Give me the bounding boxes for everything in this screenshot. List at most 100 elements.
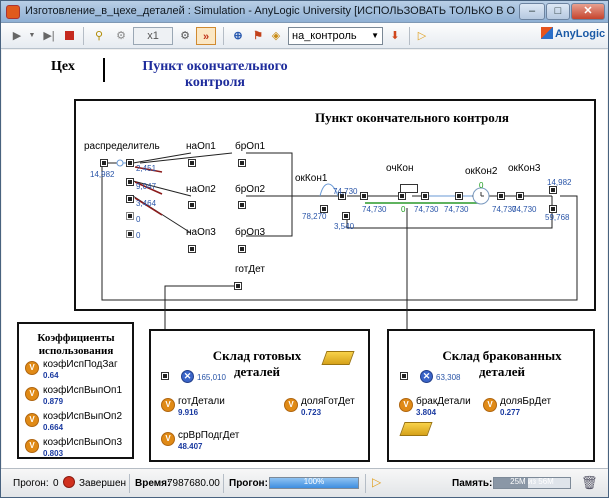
run-progress-text: 100% [303, 477, 325, 486]
brOp1-block[interactable] [238, 159, 246, 167]
title-bar[interactable]: Изготовление_в_цехе_деталей : Simulation… [1, 1, 608, 23]
runs-value: 0 [53, 478, 59, 489]
finished-sink-in[interactable] [161, 372, 169, 380]
output-5-count: 0 [136, 231, 141, 240]
real-time-mode-icon[interactable]: » [196, 27, 216, 45]
view-area-select[interactable]: на_контроль ▼ [288, 27, 383, 45]
brOp2-block[interactable] [238, 201, 246, 209]
select-output-4[interactable] [126, 212, 134, 220]
memory-label: Память: [452, 478, 493, 489]
naOp2-label: наОп2 [186, 184, 216, 195]
toolbar-separator [223, 27, 224, 45]
ochKon-in[interactable] [360, 192, 368, 200]
okKon2-label: окКон2 [465, 166, 498, 177]
util-item-4-name: коэфИспВыпОп3 [43, 437, 123, 448]
util-item-3-name: коэфИспВыпОп2 [43, 411, 123, 422]
maximize-button[interactable]: □ [546, 3, 570, 20]
chevron-down-icon: ▼ [371, 31, 379, 40]
utilization-title: Коэффициенты использования [37, 332, 115, 357]
defect-sink-icon[interactable]: ✕ [420, 370, 433, 383]
variable-icon: V [25, 361, 39, 375]
variable-icon: V [161, 432, 175, 446]
naOp3-block[interactable] [188, 245, 196, 253]
distributor-port[interactable] [100, 159, 108, 167]
model-canvas[interactable]: Цех Пункт окончательного контроля Пункт … [2, 50, 607, 468]
okKon3-reject[interactable] [549, 205, 557, 213]
finished-var-3-name: срВрПодгДет [178, 430, 240, 441]
finished-sink-count: 165,010 [197, 373, 226, 382]
okKon1-reject[interactable] [342, 212, 350, 220]
distributor-count: 14,982 [90, 170, 115, 179]
naOp2-block[interactable] [188, 201, 196, 209]
run-dropdown-icon[interactable]: ▼ [27, 27, 37, 45]
output-1-count: 2,451 [136, 164, 157, 173]
util-item-4-value: 0.803 [43, 449, 64, 458]
okKon1-label: окКон1 [295, 173, 328, 184]
select-output-3[interactable] [126, 195, 134, 203]
stopped-icon [63, 476, 75, 488]
variable-icon: V [25, 413, 39, 427]
defect-pallet-icon [399, 422, 433, 436]
defect-var-1-value: 3.804 [416, 408, 437, 417]
stop-icon[interactable] [62, 27, 76, 45]
util-item-2-value: 0.879 [43, 397, 64, 406]
variable-icon: V [25, 387, 39, 401]
memory-text: 25M из 56M [510, 477, 554, 486]
util-item-3-value: 0.664 [43, 423, 64, 432]
gotDet-block[interactable] [234, 282, 242, 290]
okKon3-accept[interactable] [549, 186, 557, 194]
expand-icon[interactable]: ▷ [415, 27, 429, 45]
okKon3-bottom-count: 59,768 [545, 213, 570, 222]
run-progress-bar: 100% [269, 477, 359, 489]
toolbar: ▶ ▼ ▶| ⚲ ⚙ x1 ⚙ » ⊕ ⚑ ◈ на_контроль ▼ ⬇ … [1, 23, 608, 49]
ochKon-block[interactable] [398, 192, 406, 200]
variable-icon: V [284, 398, 298, 412]
variable-icon: V [25, 439, 39, 453]
defect-var-2-value: 0.277 [500, 408, 521, 417]
output-2-count: 9,047 [136, 182, 157, 191]
variable-icon: V [161, 398, 175, 412]
view-areas-icon[interactable]: ◈ [268, 27, 284, 45]
navigate-icon[interactable]: ⬇ [387, 27, 403, 45]
okKon2-in[interactable] [455, 192, 463, 200]
select-output-5[interactable] [126, 230, 134, 238]
util-item-2-name: коэфИспВыпОп1 [43, 385, 123, 396]
view-area-selected: на_контроль [292, 30, 357, 42]
close-button[interactable]: ✕ [571, 3, 605, 20]
window-title: Изготовление_в_цехе_деталей : Simulation… [25, 5, 515, 17]
ochKon-out[interactable] [421, 192, 429, 200]
select-output-2[interactable] [126, 178, 134, 186]
finished-var-3-value: 48.407 [178, 442, 203, 451]
okKon1-entry[interactable] [320, 205, 328, 213]
finished-var-2-name: доляГотДет [301, 396, 355, 407]
trash-icon[interactable]: 🗑 [581, 475, 598, 491]
okKon2-out[interactable] [497, 192, 505, 200]
ochKon-label: очКон [386, 163, 414, 174]
brOp3-block[interactable] [238, 245, 246, 253]
anylogic-logo-icon [541, 27, 553, 39]
okKon3-right-count: 74,730 [512, 205, 537, 214]
run-icon[interactable]: ▶ [9, 27, 25, 45]
okKon1-in-count: 78,270 [302, 212, 327, 221]
minimize-button[interactable]: – [519, 3, 545, 20]
okKon3-block[interactable] [516, 192, 524, 200]
queue-right1-count: 74,730 [414, 205, 439, 214]
slower-icon[interactable]: ⚲ [91, 27, 107, 45]
model-navigator-icon[interactable]: ⊕ [230, 27, 246, 45]
step-icon[interactable]: ▶| [41, 27, 57, 45]
expand-status-icon[interactable]: ▷ [372, 475, 381, 489]
faster-icon[interactable]: ⚙ [113, 27, 129, 45]
brOp1-label: брОп1 [235, 141, 266, 152]
memory-bar: 25M из 56M [493, 477, 571, 489]
naOp1-block[interactable] [188, 159, 196, 167]
queue-left-count: 74,730 [362, 205, 387, 214]
virtual-time-icon[interactable]: ⚙ [177, 27, 193, 45]
speed-field[interactable]: x1 [133, 27, 173, 45]
defect-sink-in[interactable] [400, 372, 408, 380]
finished-sink-icon[interactable]: ✕ [181, 370, 194, 383]
util-item-1-value: 0.64 [43, 371, 59, 380]
status-bar: Прогон: 0 Завершен Время: 7987680.00 Про… [1, 468, 608, 497]
naOp3-label: наОп3 [186, 227, 216, 238]
select-output-1[interactable] [126, 159, 134, 167]
toggle-developer-panel-icon[interactable]: ⚑ [250, 27, 266, 45]
